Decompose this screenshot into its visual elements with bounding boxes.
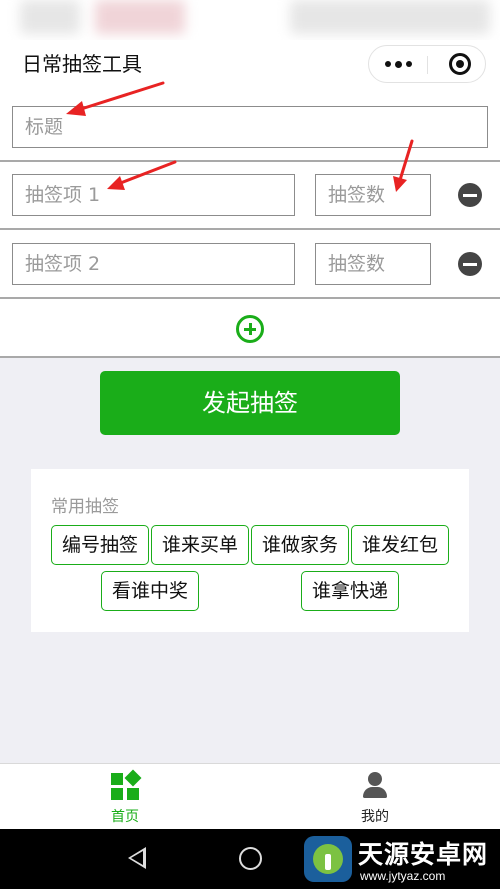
capsule-menu [368,45,486,83]
presets-label: 常用抽签 [51,497,119,517]
nav-bar: 日常抽签工具 [0,40,500,90]
draw-item-count-input[interactable] [315,243,431,285]
tab-home[interactable]: 首页 [0,764,250,830]
preset-chip[interactable]: 谁发红包 [351,525,449,565]
tab-label: 我的 [361,809,389,825]
draw-item-name-input[interactable] [12,243,295,285]
page-title: 日常抽签工具 [22,52,142,76]
preset-chip[interactable]: 看谁中奖 [101,571,199,611]
divider [0,297,500,299]
capsule-divider [427,56,428,74]
plus-circle-icon[interactable] [236,315,264,343]
presets-panel: 常用抽签 编号抽签 谁来买单 谁做家务 谁发红包 看谁中奖 谁拿快递 [31,469,469,632]
draw-form [0,90,500,358]
preset-chip[interactable]: 谁来买单 [151,525,249,565]
divider [0,228,500,230]
more-dots-icon[interactable] [369,46,427,82]
watermark-title: 天源安卓网 [358,840,489,869]
preset-chip[interactable]: 编号抽签 [51,525,149,565]
minus-circle-icon[interactable] [458,252,482,276]
start-draw-button[interactable]: 发起抽签 [100,371,400,435]
site-watermark: 天源安卓网 www.jytyaz.com [300,833,496,885]
tab-bar: 首页 我的 [0,763,500,829]
draw-item-name-input[interactable] [12,174,295,216]
preset-chip[interactable]: 谁做家务 [251,525,349,565]
draw-item-count-input[interactable] [315,174,431,216]
blurred-status-area [20,0,80,34]
status-bar [0,0,500,40]
minus-circle-icon[interactable] [458,183,482,207]
title-input[interactable] [12,106,488,148]
divider [0,160,500,162]
watermark-url: www.jytyaz.com [360,869,446,883]
tab-mine[interactable]: 我的 [250,764,500,830]
blurred-status-area [95,0,185,34]
watermark-logo-icon [304,836,352,882]
home-circle-icon[interactable] [239,847,262,870]
system-nav-bar: 天源安卓网 www.jytyaz.com [0,829,500,889]
blurred-status-area [290,0,490,34]
back-triangle-icon[interactable] [128,847,146,869]
home-blocks-icon [111,769,142,800]
target-circle-icon[interactable] [449,53,471,75]
preset-chip[interactable]: 谁拿快递 [301,571,399,611]
user-icon [362,772,388,800]
content-area: 发起抽签 常用抽签 编号抽签 谁来买单 谁做家务 谁发红包 看谁中奖 谁拿快递 [0,358,500,763]
tab-label: 首页 [111,809,139,825]
